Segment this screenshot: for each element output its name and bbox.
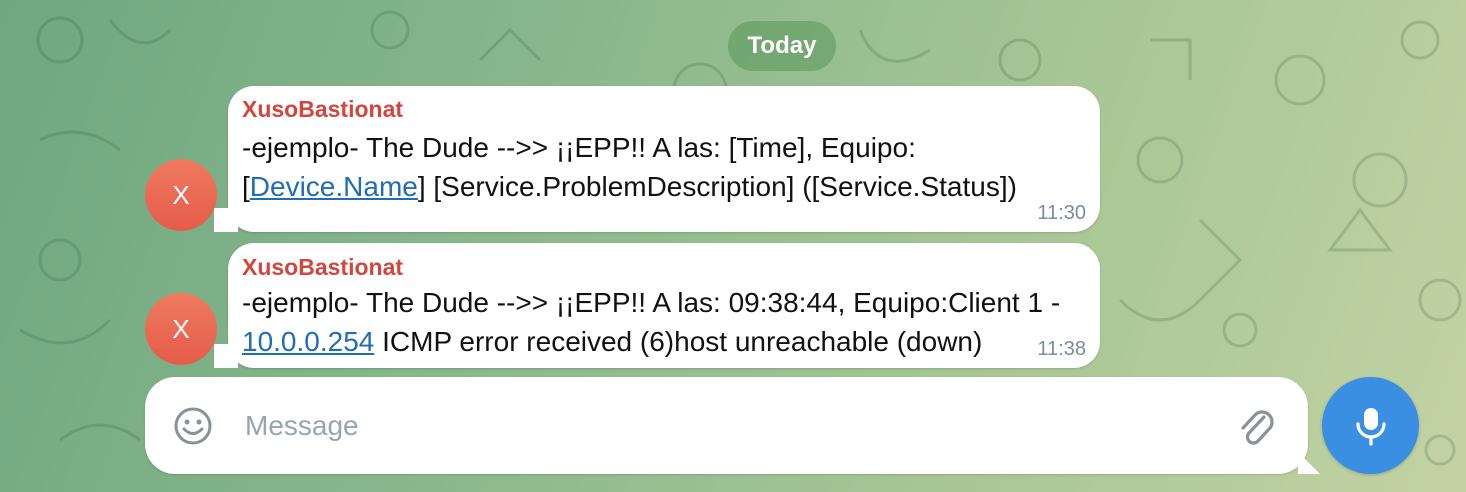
message-time: 11:30 (1037, 202, 1086, 224)
paperclip-icon[interactable] (1236, 403, 1276, 449)
avatar[interactable]: X (145, 293, 217, 365)
sender-name[interactable]: XusoBastionat (242, 96, 403, 123)
date-separator: Today (728, 21, 836, 71)
message-text: -ejemplo- The Dude -->> ¡¡EPP!! A las: [… (242, 128, 1017, 206)
message-text-suffix: ICMP error received (6)host unreachable … (374, 326, 983, 357)
voice-record-button[interactable] (1322, 377, 1419, 474)
message-bubble: XusoBastionat -ejemplo- The Dude -->> ¡¡… (214, 243, 1100, 368)
message-time: 11:38 (1037, 338, 1086, 360)
microphone-icon (1355, 407, 1386, 446)
message-bubble: XusoBastionat -ejemplo- The Dude -->> ¡¡… (214, 86, 1100, 232)
message-line: -ejemplo- The Dude -->> ¡¡EPP!! A las: [… (242, 132, 916, 163)
bubble-tail (214, 344, 238, 368)
message-link[interactable]: 10.0.0.254 (242, 326, 374, 357)
sender-name[interactable]: XusoBastionat (242, 254, 403, 281)
bubble-tail (214, 208, 238, 232)
message-text-suffix: ] [Service.ProblemDescription] ([Service… (417, 171, 1017, 202)
message-text-prefix: [ (242, 171, 250, 202)
avatar[interactable]: X (145, 159, 217, 231)
composer-tail (1298, 452, 1320, 474)
message-text: -ejemplo- The Dude -->> ¡¡EPP!! A las: 0… (242, 283, 1060, 361)
message-link[interactable]: Device.Name (250, 171, 418, 202)
smiley-icon[interactable] (173, 406, 213, 446)
message-composer (145, 377, 1320, 474)
message-input[interactable] (243, 399, 1207, 453)
message-line: -ejemplo- The Dude -->> ¡¡EPP!! A las: 0… (242, 287, 1061, 318)
